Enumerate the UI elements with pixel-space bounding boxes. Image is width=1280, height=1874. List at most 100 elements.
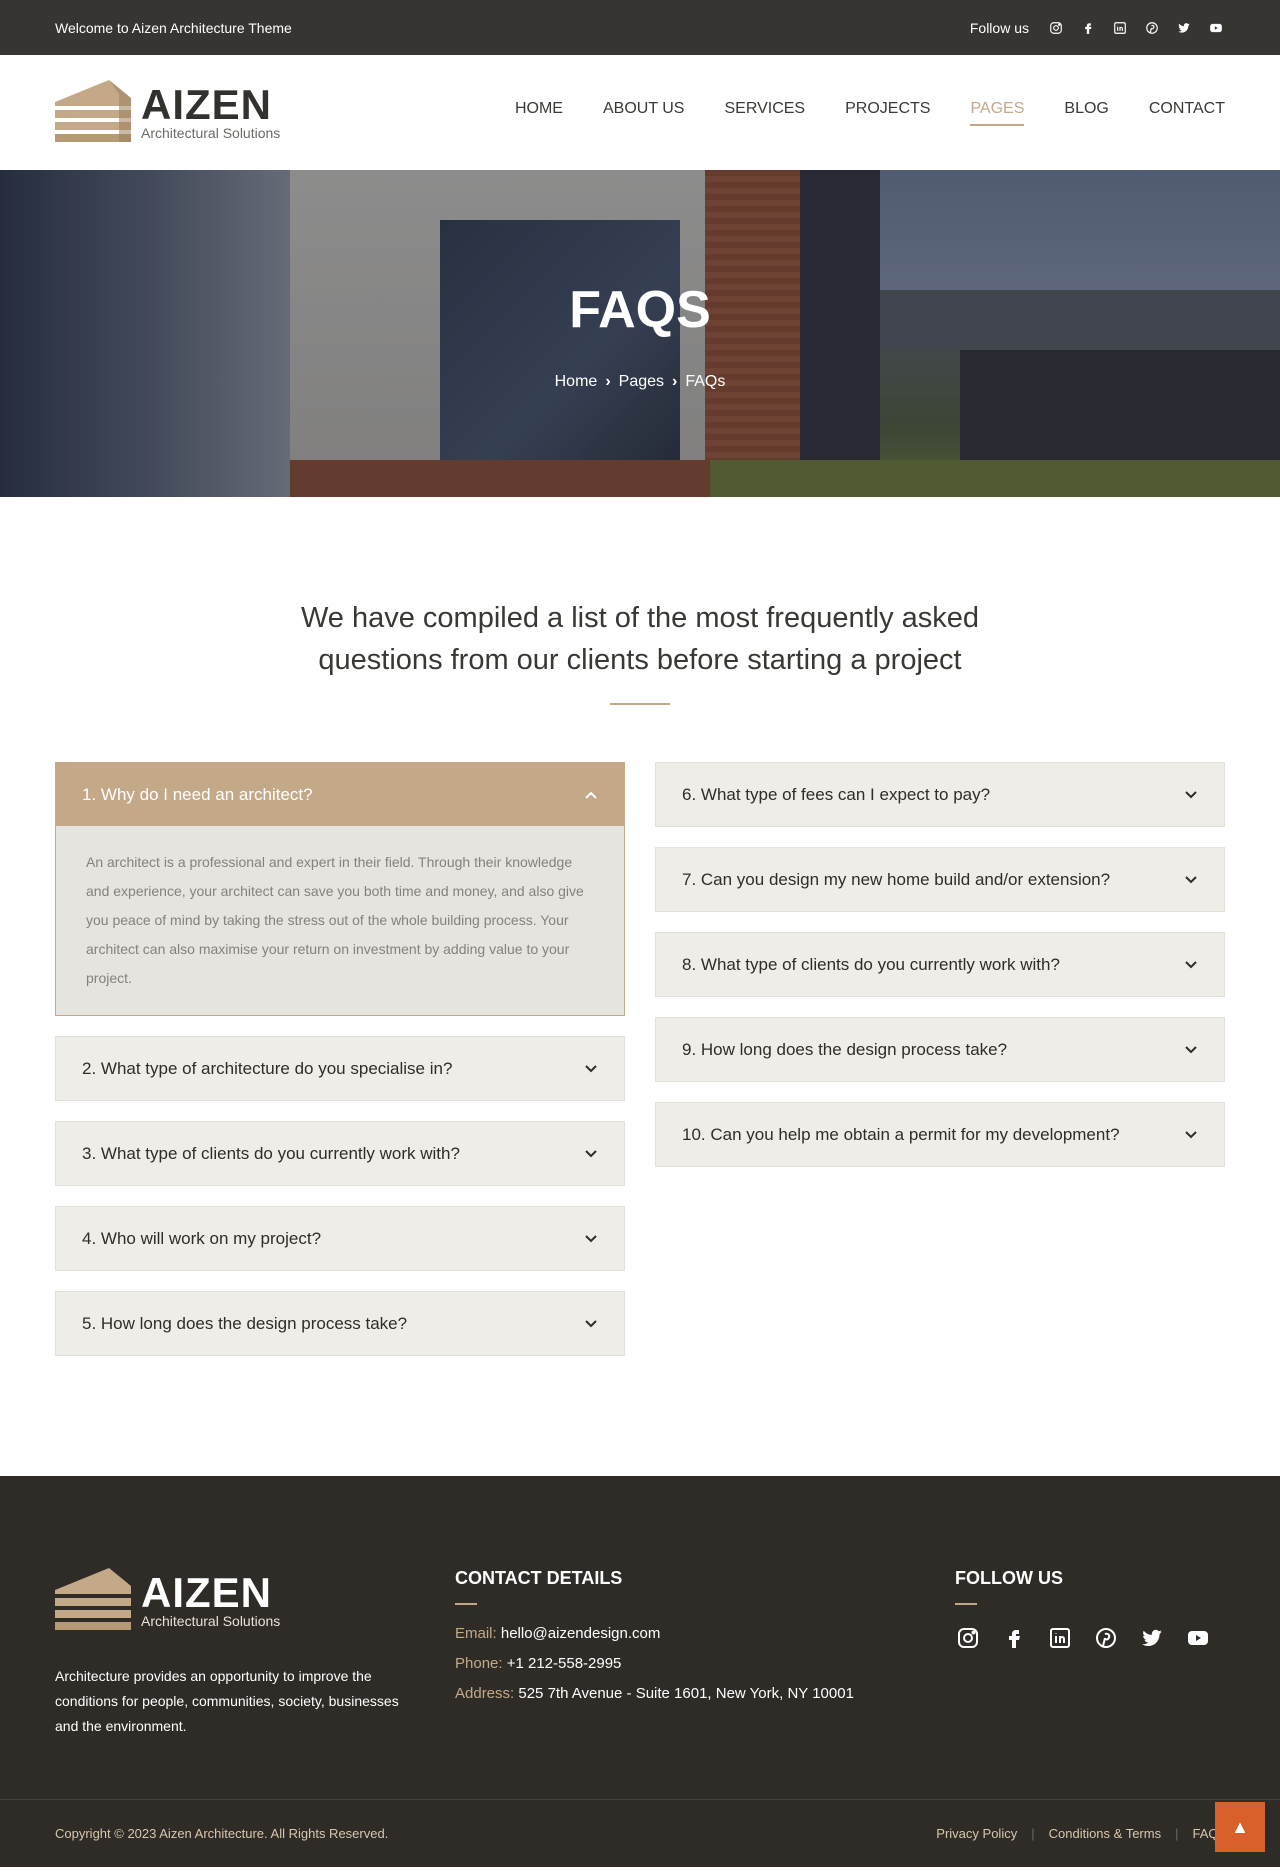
facebook-icon[interactable] (1001, 1625, 1027, 1651)
faq-question[interactable]: 9. How long does the design process take… (656, 1018, 1224, 1081)
youtube-icon[interactable] (1207, 19, 1225, 37)
faq-item: 9. How long does the design process take… (655, 1017, 1225, 1082)
breadcrumb-current: FAQs (685, 373, 726, 390)
faq-question-text: 10. Can you help me obtain a permit for … (682, 1124, 1120, 1144)
linkedin-icon[interactable] (1047, 1625, 1073, 1651)
footer-about: AIZEN Architectural Solutions Architectu… (55, 1568, 455, 1739)
faq-question[interactable]: 1. Why do I need an architect? (56, 763, 624, 826)
facebook-icon[interactable] (1079, 19, 1097, 37)
faq-question-text: 9. How long does the design process take… (682, 1039, 1008, 1059)
page-hero: FAQS Home › Pages › FAQs (0, 170, 1280, 497)
footer-social (955, 1625, 1225, 1651)
arrow-up-icon: ▲ (1231, 1816, 1249, 1837)
link-separator: | (1175, 1826, 1179, 1841)
contact-phone: Phone: +1 212-558-2995 (455, 1655, 955, 1672)
nav-blog[interactable]: BLOG (1064, 100, 1108, 126)
top-bar: Welcome to Aizen Architecture Theme Foll… (0, 0, 1280, 55)
contact-address: Address: 525 7th Avenue - Suite 1601, Ne… (455, 1685, 955, 1702)
welcome-text: Welcome to Aizen Architecture Theme (55, 19, 292, 36)
phone-label: Phone: (455, 1655, 503, 1672)
footer-logo[interactable]: AIZEN Architectural Solutions (55, 1568, 455, 1634)
twitter-icon[interactable] (1139, 1625, 1165, 1651)
page-title: FAQS (569, 281, 711, 339)
heading-divider (955, 1603, 977, 1605)
back-to-top-button[interactable]: ▲ (1215, 1802, 1265, 1852)
faq-section: 1. Why do I need an architect? An archit… (0, 705, 1280, 1476)
nav-pages[interactable]: PAGES (970, 100, 1025, 126)
phone-link[interactable]: +1 212-558-2995 (507, 1655, 622, 1672)
nav-about-us[interactable]: ABOUT US (603, 100, 685, 126)
logo-mark-icon (55, 1568, 131, 1634)
faq-question[interactable]: 3. What type of clients do you currently… (56, 1122, 624, 1185)
faq-question[interactable]: 2. What type of architecture do you spec… (56, 1037, 624, 1100)
faq-question-text: 3. What type of clients do you currently… (82, 1143, 460, 1163)
instagram-icon[interactable] (1047, 19, 1065, 37)
footer-description: Architecture provides an opportunity to … (55, 1668, 399, 1734)
faq-question[interactable]: 7. Can you design my new home build and/… (656, 848, 1224, 911)
breadcrumb-pages[interactable]: Pages (619, 373, 664, 391)
faq-question[interactable]: 8. What type of clients do you currently… (656, 933, 1224, 996)
faq-heading: We have compiled a list of the most freq… (300, 602, 980, 676)
faq-column-left: 1. Why do I need an architect? An archit… (55, 762, 625, 1356)
nav-contact[interactable]: CONTACT (1149, 100, 1225, 126)
pinterest-icon[interactable] (1093, 1625, 1119, 1651)
faq-item: 7. Can you design my new home build and/… (655, 847, 1225, 912)
nav-projects[interactable]: PROJECTS (845, 100, 930, 126)
faq-question[interactable]: 6. What type of fees can I expect to pay… (656, 763, 1224, 826)
topbar-social: Follow us (970, 19, 1225, 37)
faq-question[interactable]: 5. How long does the design process take… (56, 1292, 624, 1355)
faq-item: 8. What type of clients do you currently… (655, 932, 1225, 997)
faq-question-text: 5. How long does the design process take… (82, 1313, 408, 1333)
chevron-down-icon (1185, 960, 1197, 968)
faq-item: 10. Can you help me obtain a permit for … (655, 1102, 1225, 1167)
breadcrumb: Home › Pages › FAQs (0, 373, 1280, 391)
heading-divider (455, 1603, 477, 1605)
instagram-icon[interactable] (955, 1625, 981, 1651)
faq-question[interactable]: 4. Who will work on my project? (56, 1207, 624, 1270)
contact-heading: CONTACT DETAILS (455, 1568, 623, 1588)
brand-name: AIZEN (141, 80, 272, 128)
faq-question-text: 4. Who will work on my project? (82, 1228, 322, 1248)
logo[interactable]: AIZEN Architectural Solutions (55, 79, 280, 146)
chevron-down-icon (585, 1319, 597, 1327)
faq-item: 6. What type of fees can I expect to pay… (655, 762, 1225, 827)
nav-home[interactable]: HOME (515, 100, 563, 126)
link-separator: | (1031, 1826, 1035, 1841)
footer-brand-tagline: Architectural Solutions (141, 1613, 281, 1629)
chevron-down-icon (1185, 1130, 1197, 1138)
faq-answer: An architect is a professional and exper… (56, 826, 624, 1015)
follow-heading: FOLLOW US (955, 1568, 1063, 1588)
faq-question-text: 7. Can you design my new home build and/… (682, 869, 1111, 889)
faq-question-text: 6. What type of fees can I expect to pay… (682, 784, 991, 804)
faq-question-text: 2. What type of architecture do you spec… (82, 1058, 453, 1078)
chevron-right-icon: › (672, 373, 678, 390)
faq-item: 5. How long does the design process take… (55, 1291, 625, 1356)
faq-item: 4. Who will work on my project? (55, 1206, 625, 1271)
linkedin-icon[interactable] (1111, 19, 1129, 37)
chevron-down-icon (585, 1064, 597, 1072)
contact-email: Email: hello@aizendesign.com (455, 1625, 955, 1642)
nav-services[interactable]: SERVICES (724, 100, 805, 126)
email-link[interactable]: hello@aizendesign.com (501, 1625, 661, 1642)
faq-column-right: 6. What type of fees can I expect to pay… (655, 762, 1225, 1167)
chevron-down-icon (585, 1234, 597, 1242)
footer-follow: FOLLOW US (955, 1568, 1225, 1739)
twitter-icon[interactable] (1175, 19, 1193, 37)
chevron-down-icon (1185, 875, 1197, 883)
copyright: Copyright © 2023 Aizen Architecture. All… (55, 1826, 389, 1841)
address-text: 525 7th Avenue - Suite 1601, New York, N… (518, 1685, 854, 1702)
faq-item: 3. What type of clients do you currently… (55, 1121, 625, 1186)
follow-label: Follow us (969, 19, 1029, 36)
faq-question-text: 8. What type of clients do you currently… (682, 954, 1060, 974)
pinterest-icon[interactable] (1143, 19, 1161, 37)
footer-contact: CONTACT DETAILS Email: hello@aizendesign… (455, 1568, 955, 1739)
breadcrumb-home[interactable]: Home (555, 373, 598, 391)
privacy-policy-link[interactable]: Privacy Policy (936, 1826, 1017, 1841)
main-nav: HOME ABOUT US SERVICES PROJECTS PAGES BL… (515, 100, 1225, 126)
chevron-down-icon (1185, 790, 1197, 798)
logo-mark-icon (55, 79, 131, 146)
youtube-icon[interactable] (1185, 1625, 1211, 1651)
conditions-terms-link[interactable]: Conditions & Terms (1049, 1826, 1161, 1841)
faq-question[interactable]: 10. Can you help me obtain a permit for … (656, 1103, 1224, 1166)
site-footer: AIZEN Architectural Solutions Architectu… (0, 1476, 1280, 1867)
